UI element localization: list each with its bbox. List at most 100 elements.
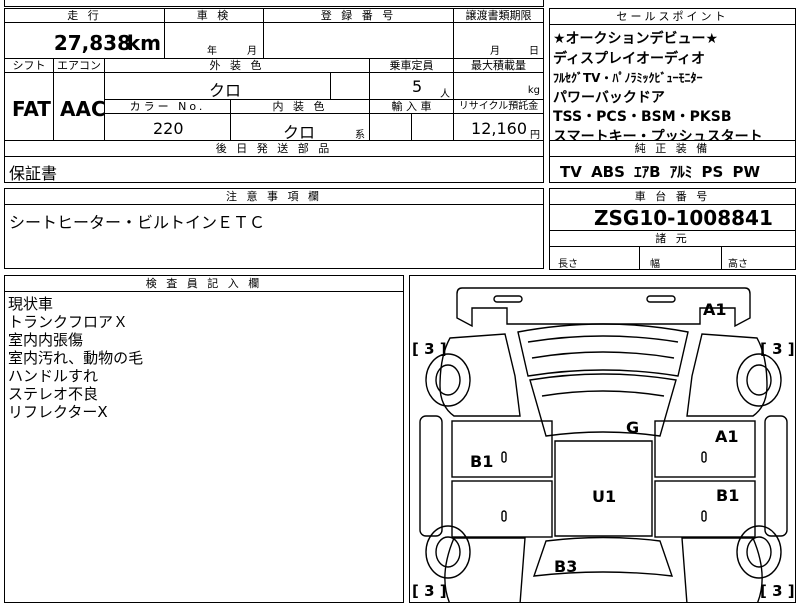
- mileage-unit: km: [126, 31, 161, 55]
- selling-point-item: パワーバックドア: [553, 89, 665, 106]
- selling-point-item: スマートキー・プッシュスタート: [553, 128, 763, 141]
- door-handle-fr: [701, 451, 707, 463]
- door-handle-rr: [701, 510, 707, 522]
- front-door-right: [654, 420, 756, 478]
- recycle-fee-header: リサイクル預託金: [453, 99, 544, 114]
- capacity-unit: 人: [440, 89, 450, 100]
- transfer-month: 月: [490, 46, 500, 57]
- hood-shape: [517, 323, 689, 377]
- notes-cell: シートヒーター・ビルトインＥＴＣ: [4, 204, 544, 269]
- selling-point-item: ﾌﾙｾｸﾞTV・ﾊﾟﾉﾗﾐｯｸﾋﾞｭｰﾓﾆﾀｰ: [553, 71, 703, 85]
- damage-mark-b1-right: B1: [716, 486, 740, 505]
- selling-point-item: ディスプレイオーディオ: [553, 50, 706, 67]
- later-parts-cell: 保証書: [4, 156, 544, 183]
- rear-fender-right: [681, 537, 763, 602]
- rear-wheel-left: [425, 525, 471, 579]
- front-fender-right: [686, 333, 768, 417]
- front-fender-left: [439, 333, 521, 417]
- rear-fender-left: [444, 537, 526, 602]
- rear-wheel-right-inner: [746, 536, 772, 568]
- recycle-fee-unit: 円: [530, 130, 540, 141]
- damage-mark-b1-left: B1: [470, 452, 494, 471]
- exterior-color-value: クロ: [209, 81, 242, 100]
- standard-equipment-header: 純 正 装 備: [549, 140, 796, 157]
- bumper-slot-left: [493, 295, 523, 303]
- imported-cell-a: [369, 113, 412, 141]
- spec-width-cell: 幅: [639, 246, 722, 270]
- registration-header: 登 録 番 号: [263, 8, 454, 23]
- color-no-header: カラー No.: [104, 99, 231, 114]
- spec-length-cell: 長さ: [549, 246, 640, 270]
- selling-points-header: セールスポイント: [549, 8, 796, 25]
- bracket-bottom-left: [ 3 ]: [412, 582, 447, 600]
- door-handle-fl: [501, 451, 507, 463]
- standard-equipment-value: TV ABS ｴｱB ｱﾙﾐ PS PW: [560, 163, 761, 181]
- bumper-slot-right: [646, 295, 676, 303]
- windshield-inner: [541, 390, 665, 397]
- mileage-cell: 27,838 km: [4, 22, 165, 59]
- interior-color-cell: クロ 系: [230, 113, 370, 141]
- spec-height-cell: 高さ: [721, 246, 796, 270]
- max-load-unit: kg: [527, 85, 540, 96]
- max-load-header: 最大積載量: [453, 58, 544, 73]
- selling-point-item: TSS・PCS・BSM・PKSB: [553, 109, 732, 125]
- recycle-fee-cell: 12,160 円: [453, 113, 544, 141]
- rear-door-right: [654, 480, 756, 538]
- spec-height-label: 高さ: [728, 259, 748, 270]
- inspection-year: 年: [207, 46, 217, 57]
- hood-inner-shape-2: [531, 351, 675, 359]
- rear-wheel-right: [736, 525, 782, 579]
- hood-inner-shape: [527, 335, 679, 343]
- notes-value: シートヒーター・ビルトインＥＴＣ: [9, 213, 266, 232]
- inspector-notes-header: 検 査 員 記 入 欄: [4, 275, 404, 292]
- capacity-value: 5: [412, 77, 423, 96]
- bracket-top-right: [ 3 ]: [760, 340, 795, 358]
- bracket-top-left: [ 3 ]: [412, 340, 447, 358]
- inspector-notes-cell: 現状車 トランクフロアＸ 室内内張傷 室内汚れ、動物の毛 ハンドルすれ ステレオ…: [4, 291, 404, 603]
- mileage-header: 走 行: [4, 8, 165, 23]
- exterior-color-cell: クロ: [104, 72, 331, 100]
- aircon-header: エアコン: [53, 58, 105, 73]
- rear-door-left: [451, 480, 553, 538]
- chassis-number-value: ZSG10-1008841: [594, 206, 773, 230]
- inspection-month: 月: [247, 46, 257, 57]
- damage-mark-u1: U1: [592, 487, 617, 506]
- notes-header: 注 意 事 項 欄: [4, 188, 544, 205]
- damage-mark-g: G: [626, 418, 640, 437]
- car-diagram-frame: [ 3 ] [ 3 ] [ 3 ] [ 3 ] A1 G A1 B1 U1 B1…: [409, 275, 796, 603]
- damage-mark-a1-right: A1: [715, 427, 739, 446]
- registration-cell: [263, 22, 454, 59]
- interior-color-header: 内 装 色: [230, 99, 370, 114]
- side-strip-left: [419, 415, 443, 537]
- recycle-fee-value: 12,160: [471, 119, 527, 138]
- inspector-note-item: ハンドルすれ: [8, 367, 99, 385]
- transfer-deadline-header: 譲渡書類期限: [453, 8, 544, 23]
- color-no-cell: 220: [104, 113, 231, 141]
- bracket-bottom-right: [ 3 ]: [760, 582, 795, 600]
- mileage-value: 27,838: [53, 31, 131, 55]
- inspector-note-item: トランクフロアＸ: [8, 313, 129, 331]
- aircon-value: AAC: [60, 97, 105, 121]
- selling-point-item: ★オークションデビュー★: [553, 31, 719, 47]
- side-strip-right: [764, 415, 788, 537]
- transfer-day: 日: [529, 46, 539, 57]
- chassis-number-header: 車 台 番 号: [549, 188, 796, 205]
- interior-color-suffix: 系: [355, 130, 365, 141]
- standard-equipment-cell: TV ABS ｴｱB ｱﾙﾐ PS PW: [549, 156, 796, 183]
- door-handle-rl: [501, 510, 507, 522]
- inspector-note-item: 室内汚れ、動物の毛: [8, 349, 144, 367]
- later-parts-value: 保証書: [9, 164, 58, 183]
- spec-width-label: 幅: [650, 259, 660, 270]
- selling-points-cell: ★オークションデビュー★ ディスプレイオーディオ ﾌﾙｾｸﾞTV・ﾊﾟﾉﾗﾐｯｸ…: [549, 24, 796, 141]
- later-parts-header: 後 日 発 送 部 品: [4, 140, 544, 157]
- front-wheel-left: [425, 353, 471, 407]
- aircon-cell: AAC: [53, 72, 105, 141]
- shift-cell: FAT: [4, 72, 54, 141]
- spec-length-label: 長さ: [558, 259, 578, 270]
- color-no-value: 220: [153, 119, 184, 138]
- top-stub-cells: [4, 0, 544, 7]
- specs-header: 諸 元: [549, 230, 796, 247]
- damage-mark-b3: B3: [554, 557, 578, 576]
- exterior-color-header: 外 装 色: [104, 58, 370, 73]
- damage-mark-a1-front: A1: [703, 300, 727, 319]
